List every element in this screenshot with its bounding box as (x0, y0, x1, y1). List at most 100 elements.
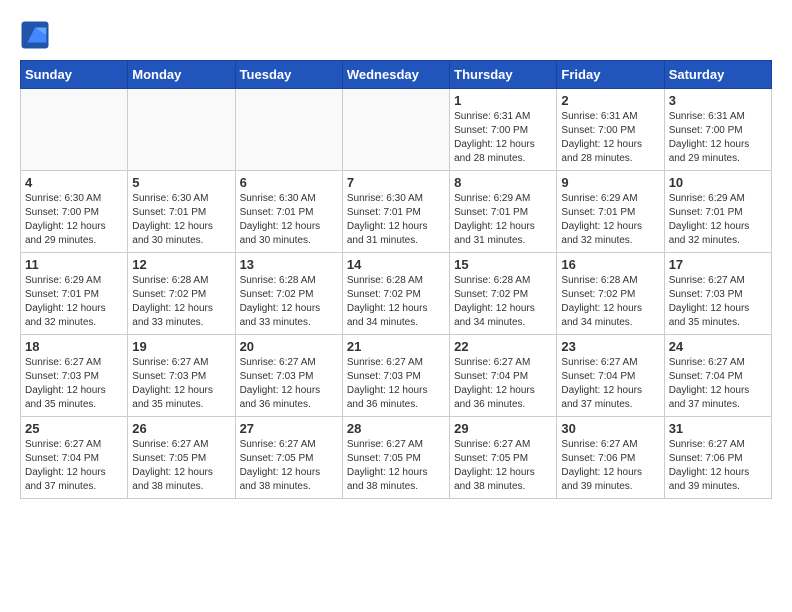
day-info: Sunrise: 6:28 AM Sunset: 7:02 PM Dayligh… (347, 274, 445, 330)
day-info: Sunrise: 6:27 AM Sunset: 7:05 PM Dayligh… (132, 438, 230, 494)
calendar-cell: 12Sunrise: 6:28 AM Sunset: 7:02 PM Dayli… (128, 253, 235, 335)
calendar-week-row: 11 Sunrise: 6:29 AM Sunset: 7:01 PM Dayli… (21, 253, 772, 335)
day-info: Sunrise: 6:27 AM Sunset: 7:03 PM Dayligh… (25, 356, 123, 412)
calendar-cell: 31 Sunrise: 6:27 AM Sunset: 7:06 PM Dayli… (664, 417, 771, 499)
day-info: Sunrise: 6:27 AM Sunset: 7:05 PM Dayligh… (240, 438, 338, 494)
day-info: Sunrise: 6:27 AM Sunset: 7:03 PM Dayligh… (669, 274, 767, 330)
day-info: Sunrise: 6:30 AM Sunset: 7:01 PM Dayligh… (240, 192, 338, 248)
calendar-cell: 1 Sunrise: 6:31 AM Sunset: 7:00 PM Daylig… (450, 89, 557, 171)
day-number: 11 (25, 257, 123, 272)
calendar-cell: 6 Sunrise: 6:30 AM Sunset: 7:01 PM Daylig… (235, 171, 342, 253)
page-header (20, 20, 772, 50)
day-number: 5 (132, 175, 230, 190)
day-number: 3 (669, 93, 767, 108)
calendar-cell: 9 Sunrise: 6:29 AM Sunset: 7:01 PM Daylig… (557, 171, 664, 253)
day-number: 27 (240, 421, 338, 436)
day-info: Sunrise: 6:28 AM Sunset: 7:02 PM Dayligh… (454, 274, 552, 330)
calendar-cell: 7 Sunrise: 6:30 AM Sunset: 7:01 PM Daylig… (342, 171, 449, 253)
calendar-cell: 23 Sunrise: 6:27 AM Sunset: 7:04 PM Dayli… (557, 335, 664, 417)
calendar-cell: 5 Sunrise: 6:30 AM Sunset: 7:01 PM Daylig… (128, 171, 235, 253)
logo (20, 20, 56, 50)
day-info: Sunrise: 6:30 AM Sunset: 7:01 PM Dayligh… (347, 192, 445, 248)
day-number: 16 (561, 257, 659, 272)
day-info: Sunrise: 6:27 AM Sunset: 7:03 PM Dayligh… (132, 356, 230, 412)
day-info: Sunrise: 6:31 AM Sunset: 7:00 PM Dayligh… (561, 110, 659, 166)
day-number: 1 (454, 93, 552, 108)
day-number: 19 (132, 339, 230, 354)
calendar-table: SundayMondayTuesdayWednesdayThursdayFrid… (20, 60, 772, 499)
day-of-week-header: Monday (128, 61, 235, 89)
day-number: 18 (25, 339, 123, 354)
day-of-week-header: Friday (557, 61, 664, 89)
day-info: Sunrise: 6:28 AM Sunset: 7:02 PM Dayligh… (561, 274, 659, 330)
calendar-cell: 19 Sunrise: 6:27 AM Sunset: 7:03 PM Dayli… (128, 335, 235, 417)
day-number: 20 (240, 339, 338, 354)
day-info: Sunrise: 6:31 AM Sunset: 7:00 PM Dayligh… (454, 110, 552, 166)
calendar-cell (235, 89, 342, 171)
day-info: Sunrise: 6:27 AM Sunset: 7:04 PM Dayligh… (561, 356, 659, 412)
calendar-cell: 25Sunrise: 6:27 AM Sunset: 7:04 PM Dayli… (21, 417, 128, 499)
calendar-week-row: 18 Sunrise: 6:27 AM Sunset: 7:03 PM Dayli… (21, 335, 772, 417)
calendar-cell: 2 Sunrise: 6:31 AM Sunset: 7:00 PM Daylig… (557, 89, 664, 171)
day-info: Sunrise: 6:29 AM Sunset: 7:01 PM Dayligh… (454, 192, 552, 248)
day-info: Sunrise: 6:27 AM Sunset: 7:04 PM Dayligh… (669, 356, 767, 412)
calendar-cell: 3 Sunrise: 6:31 AM Sunset: 7:00 PM Daylig… (664, 89, 771, 171)
day-number: 10 (669, 175, 767, 190)
day-number: 15 (454, 257, 552, 272)
calendar-cell: 24 Sunrise: 6:27 AM Sunset: 7:04 PM Dayli… (664, 335, 771, 417)
day-info: Sunrise: 6:29 AM Sunset: 7:01 PM Dayligh… (25, 274, 123, 330)
calendar-week-row: 25Sunrise: 6:27 AM Sunset: 7:04 PM Dayli… (21, 417, 772, 499)
day-info: Sunrise: 6:30 AM Sunset: 7:01 PM Dayligh… (132, 192, 230, 248)
day-number: 2 (561, 93, 659, 108)
day-info: Sunrise: 6:29 AM Sunset: 7:01 PM Dayligh… (669, 192, 767, 248)
calendar-cell: 27 Sunrise: 6:27 AM Sunset: 7:05 PM Dayli… (235, 417, 342, 499)
calendar-cell: 14Sunrise: 6:28 AM Sunset: 7:02 PM Dayli… (342, 253, 449, 335)
day-info: Sunrise: 6:29 AM Sunset: 7:01 PM Dayligh… (561, 192, 659, 248)
day-number: 17 (669, 257, 767, 272)
day-number: 24 (669, 339, 767, 354)
day-info: Sunrise: 6:27 AM Sunset: 7:03 PM Dayligh… (240, 356, 338, 412)
day-number: 9 (561, 175, 659, 190)
day-number: 21 (347, 339, 445, 354)
calendar-cell: 16 Sunrise: 6:28 AM Sunset: 7:02 PM Dayli… (557, 253, 664, 335)
calendar-cell: 15 Sunrise: 6:28 AM Sunset: 7:02 PM Dayli… (450, 253, 557, 335)
day-number: 28 (347, 421, 445, 436)
calendar-cell: 21 Sunrise: 6:27 AM Sunset: 7:03 PM Dayli… (342, 335, 449, 417)
day-info: Sunrise: 6:30 AM Sunset: 7:00 PM Dayligh… (25, 192, 123, 248)
day-info: Sunrise: 6:28 AM Sunset: 7:02 PM Dayligh… (240, 274, 338, 330)
day-info: Sunrise: 6:27 AM Sunset: 7:04 PM Dayligh… (454, 356, 552, 412)
calendar-cell: 18 Sunrise: 6:27 AM Sunset: 7:03 PM Dayli… (21, 335, 128, 417)
day-of-week-header: Wednesday (342, 61, 449, 89)
calendar-cell: 29Sunrise: 6:27 AM Sunset: 7:05 PM Dayli… (450, 417, 557, 499)
calendar-cell: 4 Sunrise: 6:30 AM Sunset: 7:00 PM Daylig… (21, 171, 128, 253)
calendar-cell (128, 89, 235, 171)
calendar-cell: 8 Sunrise: 6:29 AM Sunset: 7:01 PM Daylig… (450, 171, 557, 253)
calendar-cell: 30Sunrise: 6:27 AM Sunset: 7:06 PM Dayli… (557, 417, 664, 499)
calendar-cell: 20 Sunrise: 6:27 AM Sunset: 7:03 PM Dayli… (235, 335, 342, 417)
day-info: Sunrise: 6:27 AM Sunset: 7:03 PM Dayligh… (347, 356, 445, 412)
day-info: Sunrise: 6:27 AM Sunset: 7:06 PM Dayligh… (561, 438, 659, 494)
day-of-week-header: Saturday (664, 61, 771, 89)
day-info: Sunrise: 6:27 AM Sunset: 7:04 PM Dayligh… (25, 438, 123, 494)
calendar-cell: 17 Sunrise: 6:27 AM Sunset: 7:03 PM Dayli… (664, 253, 771, 335)
day-number: 26 (132, 421, 230, 436)
calendar-cell (21, 89, 128, 171)
logo-icon (20, 20, 50, 50)
day-info: Sunrise: 6:27 AM Sunset: 7:05 PM Dayligh… (347, 438, 445, 494)
day-of-week-header: Thursday (450, 61, 557, 89)
day-of-week-header: Sunday (21, 61, 128, 89)
day-number: 6 (240, 175, 338, 190)
day-number: 4 (25, 175, 123, 190)
day-info: Sunrise: 6:27 AM Sunset: 7:06 PM Dayligh… (669, 438, 767, 494)
day-info: Sunrise: 6:28 AM Sunset: 7:02 PM Dayligh… (132, 274, 230, 330)
day-number: 7 (347, 175, 445, 190)
day-number: 13 (240, 257, 338, 272)
day-number: 23 (561, 339, 659, 354)
day-info: Sunrise: 6:27 AM Sunset: 7:05 PM Dayligh… (454, 438, 552, 494)
day-number: 8 (454, 175, 552, 190)
day-info: Sunrise: 6:31 AM Sunset: 7:00 PM Dayligh… (669, 110, 767, 166)
calendar-cell: 22Sunrise: 6:27 AM Sunset: 7:04 PM Dayli… (450, 335, 557, 417)
calendar-header-row: SundayMondayTuesdayWednesdayThursdayFrid… (21, 61, 772, 89)
calendar-week-row: 4 Sunrise: 6:30 AM Sunset: 7:00 PM Daylig… (21, 171, 772, 253)
day-number: 31 (669, 421, 767, 436)
